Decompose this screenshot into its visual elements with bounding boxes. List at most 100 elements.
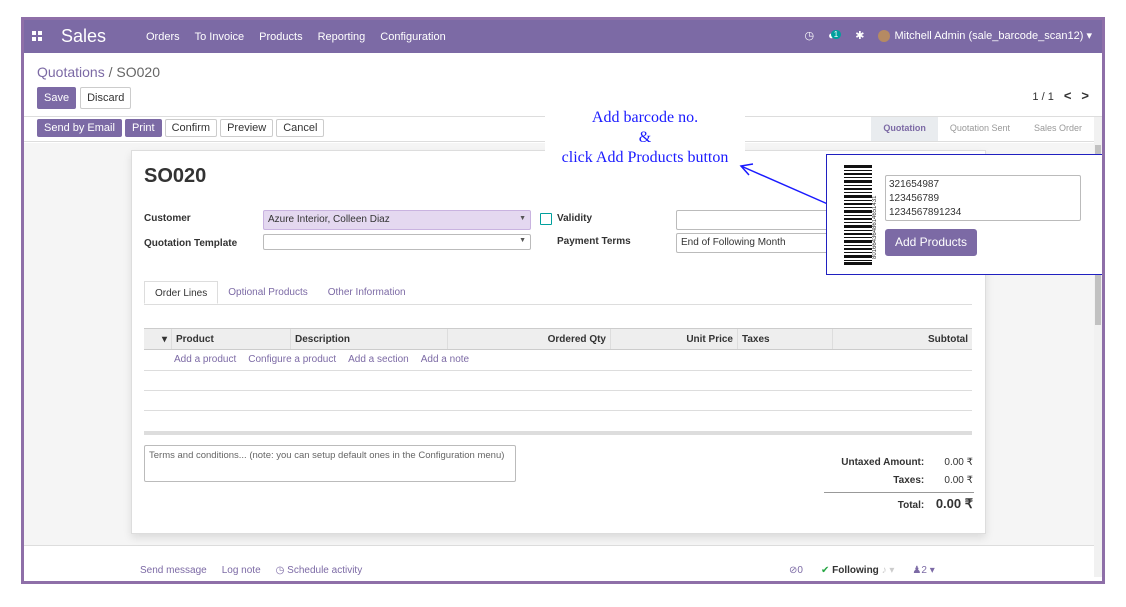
column-subtotal[interactable]: Subtotal [833, 329, 972, 349]
untaxed-label: Untaxed Amount: [841, 457, 925, 468]
validity-field[interactable] [676, 210, 846, 230]
taxes-label: Taxes: [893, 475, 925, 486]
attachments-button[interactable]: ⊘0 [789, 565, 803, 576]
top-navbar: Sales Orders To Invoice Products Reporti… [24, 20, 1102, 53]
add-product-link[interactable]: Add a product [174, 354, 236, 366]
template-field[interactable]: ▼ [263, 234, 531, 250]
column-taxes[interactable]: Taxes [738, 329, 833, 349]
barcode-line: 1234567891234 [889, 207, 962, 218]
following-button[interactable]: ✔ Following ♪ ▾ [821, 565, 894, 576]
table-row [144, 371, 972, 391]
pager-prev-icon[interactable]: < [1064, 89, 1072, 103]
total-label: Total: [897, 500, 925, 511]
breadcrumb-parent[interactable]: Quotations [37, 64, 105, 80]
chevron-down-icon: ▾ [1086, 30, 1092, 42]
menu-item-reporting[interactable]: Reporting [318, 31, 366, 43]
payment-terms-label: Payment Terms [557, 236, 631, 247]
column-ordered-qty[interactable]: Ordered Qty [448, 329, 611, 349]
clock-icon: ◷ [275, 565, 288, 576]
stage-quotation[interactable]: Quotation [871, 117, 938, 141]
external-link-icon[interactable] [540, 213, 552, 225]
app-name[interactable]: Sales [61, 26, 106, 47]
chat-count-badge: 1 [830, 29, 842, 39]
annotation-line-2: & [638, 129, 652, 146]
taxes-value: 0.00 ₹ [944, 475, 973, 486]
pager: 1 / 1 < > [1032, 89, 1089, 103]
sort-handle-icon[interactable]: ▾ [144, 329, 172, 349]
payment-terms-field[interactable]: End of Following Month [676, 233, 846, 253]
avatar [878, 30, 891, 43]
followers-button[interactable]: ♟2 ▾ [912, 565, 934, 576]
save-button[interactable]: Save [37, 87, 77, 109]
column-product[interactable]: Product [172, 329, 291, 349]
table-footer [144, 431, 972, 435]
tab-other-information[interactable]: Other Information [318, 281, 416, 304]
send-message-link[interactable]: Send message [140, 565, 207, 576]
barcode-input[interactable]: 321654987 123456789 1234567891234 [885, 175, 1081, 221]
total-value: 0.00 ₹ [935, 496, 973, 511]
preview-button[interactable]: Preview [220, 119, 274, 137]
user-menu[interactable]: Mitchell Admin (sale_barcode_scan12) ▾ [878, 29, 1092, 43]
stage-quotation-sent[interactable]: Quotation Sent [938, 117, 1022, 141]
bug-icon[interactable]: ✱ [855, 29, 864, 42]
total-row: Total: 0.00 ₹ [824, 496, 973, 512]
add-line-row: Add a product Configure a product Add a … [144, 350, 972, 371]
menu-item-orders[interactable]: Orders [146, 31, 180, 43]
terms-placeholder: Terms and conditions... (note: you can s… [149, 450, 505, 461]
untaxed-amount-row: Untaxed Amount: 0.00 ₹ [824, 457, 973, 468]
confirm-button[interactable]: Confirm [164, 119, 218, 137]
annotation-line-3: click Add Products button [561, 149, 729, 166]
stage-bar: Quotation Quotation Sent Sales Order [871, 117, 1094, 141]
untaxed-value: 0.00 ₹ [944, 457, 973, 468]
send-by-email-button[interactable]: Send by Email [37, 119, 122, 137]
print-button[interactable]: Print [124, 119, 162, 137]
pager-next-icon[interactable]: > [1081, 89, 1089, 103]
followers-count: 2 [921, 565, 927, 576]
cancel-button[interactable]: Cancel [276, 119, 325, 137]
column-description[interactable]: Description [291, 329, 448, 349]
order-lines-table: ▾ Product Description Ordered Qty Unit P… [144, 328, 972, 435]
menu-item-configuration[interactable]: Configuration [380, 31, 445, 43]
log-note-link[interactable]: Log note [222, 565, 261, 576]
chevron-down-icon: ▼ [519, 215, 526, 222]
table-row [144, 391, 972, 411]
validity-label: Validity [557, 213, 593, 224]
form-actions: Save Discard [37, 87, 132, 109]
check-icon: ✔ [820, 565, 833, 576]
taxes-row: Taxes: 0.00 ₹ [824, 475, 973, 486]
stage-sales-order[interactable]: Sales Order [1022, 117, 1094, 141]
schedule-activity-label: Schedule activity [287, 565, 363, 576]
discard-button[interactable]: Discard [80, 87, 132, 109]
table-header: ▾ Product Description Ordered Qty Unit P… [144, 328, 972, 350]
user-icon: ♟ [912, 565, 922, 576]
schedule-activity-link[interactable]: ◷ Schedule activity [276, 565, 363, 576]
status-buttons: Send by Email Print Confirm Preview Canc… [37, 119, 325, 137]
tab-order-lines[interactable]: Order Lines [144, 281, 219, 304]
payment-terms-value: End of Following Month [681, 237, 786, 248]
add-section-link[interactable]: Add a section [348, 354, 409, 366]
totals-divider [824, 492, 974, 493]
main-menu: Orders To Invoice Products Reporting Con… [146, 31, 446, 43]
customer-field[interactable]: Azure Interior, Colleen Diaz ▼ [263, 210, 531, 230]
menu-item-to-invoice[interactable]: To Invoice [195, 31, 245, 43]
notebook-tabs: Order Lines Optional Products Other Info… [144, 281, 972, 305]
add-products-button[interactable]: Add Products [885, 229, 977, 256]
chatter-actions: Send message Log note ◷ Schedule activit… [140, 565, 362, 576]
column-unit-price[interactable]: Unit Price [611, 329, 738, 349]
apps-menu-icon[interactable] [32, 31, 43, 41]
configure-product-link[interactable]: Configure a product [248, 354, 336, 366]
systray: ◷ ●1 ✱ Mitchell Admin (sale_barcode_scan… [805, 29, 1092, 43]
chevron-down-icon: ▼ [519, 237, 526, 244]
annotation-arrow [739, 163, 831, 206]
tab-optional-products[interactable]: Optional Products [218, 281, 318, 304]
pager-value[interactable]: 1 / 1 [1032, 91, 1053, 103]
menu-item-products[interactable]: Products [259, 31, 302, 43]
chevron-down-icon: ▾ [929, 565, 935, 576]
barcode-scan-popup: 8016643648614651431 321654987 123456789 … [826, 154, 1102, 275]
customer-value: Azure Interior, Colleen Diaz [268, 214, 390, 225]
chat-icon[interactable]: ●1 [828, 29, 842, 42]
template-label: Quotation Template [144, 238, 238, 249]
add-note-link[interactable]: Add a note [421, 354, 469, 366]
terms-field[interactable]: Terms and conditions... (note: you can s… [144, 445, 516, 482]
clock-icon[interactable]: ◷ [805, 29, 815, 42]
